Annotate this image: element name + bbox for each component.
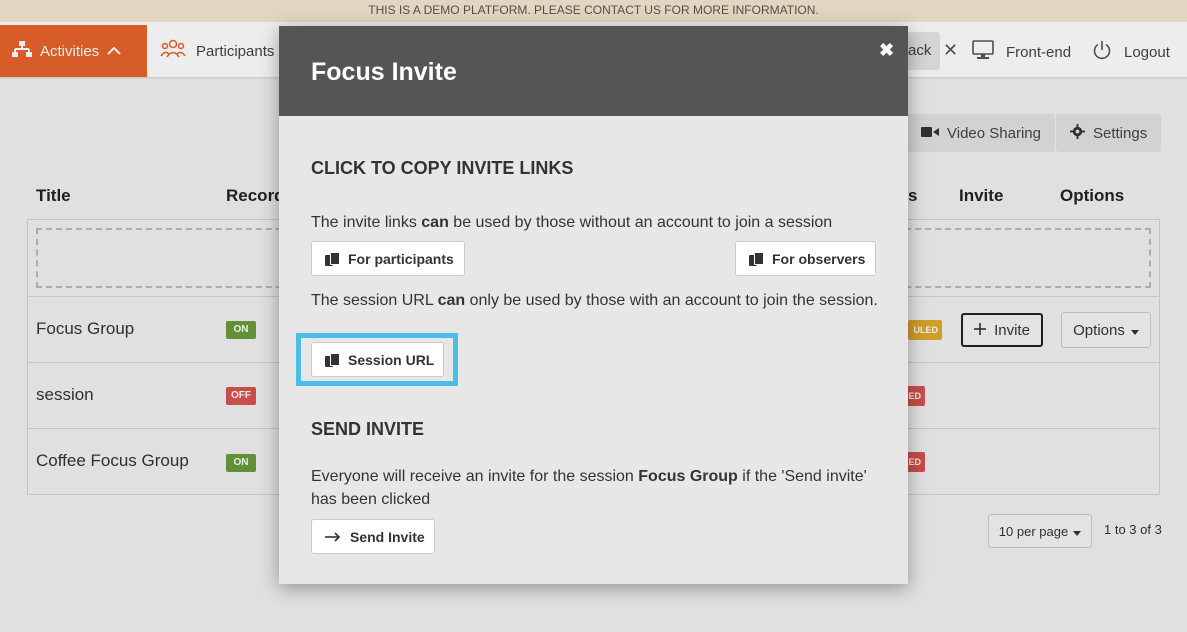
modal-header: Focus Invite ✖ [279,26,908,116]
copy-icon [325,352,340,367]
send-invite-heading: SEND INVITE [311,419,425,439]
invite-links-description: The invite links can be used by those wi… [311,214,833,231]
copy-session-url-button[interactable]: Session URL [311,342,444,377]
focus-invite-modal: Focus Invite ✖ CLICK TO COPY INVITE LINK… [279,26,908,584]
arrow-right-icon [325,529,341,545]
send-invite-description: Everyone will receive an invite for the … [311,468,867,508]
copy-observers-label: For observers [772,250,866,267]
copy-icon [749,251,764,266]
send-invite-button[interactable]: Send Invite [311,519,435,554]
copy-links-heading: CLICK TO COPY INVITE LINKS [311,158,574,178]
session-url-description: The session URL can only be used by thos… [311,292,878,309]
modal-title: Focus Invite [311,58,457,86]
send-invite-label: Send Invite [350,528,425,545]
close-icon[interactable]: ✖ [879,40,894,61]
copy-participants-label: For participants [348,250,454,267]
copy-observers-link-button[interactable]: For observers [735,241,876,276]
session-url-label: Session URL [348,351,435,368]
copy-participants-link-button[interactable]: For participants [311,241,465,276]
copy-icon [325,251,340,266]
